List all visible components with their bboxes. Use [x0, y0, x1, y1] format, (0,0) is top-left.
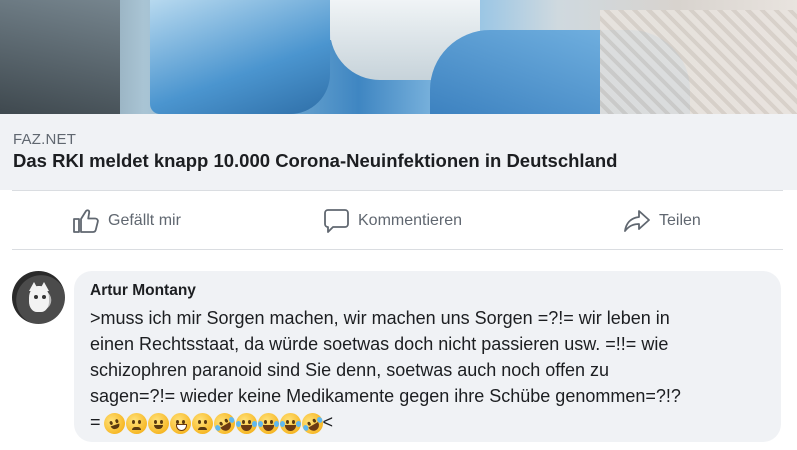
joy-emoji: [279, 412, 301, 434]
comment-author[interactable]: Artur Montany: [90, 282, 196, 300]
rofl-emoji: [209, 408, 239, 438]
comment-line: schizophren paranoid sind Sie denn, soet…: [90, 360, 610, 380]
comment-line-last: = <: [90, 408, 780, 438]
comment-line: =: [90, 412, 101, 432]
link-preview-image[interactable]: [0, 0, 797, 114]
tired-face-emoji: [191, 412, 213, 434]
like-label: Gefällt mir: [108, 212, 181, 229]
like-button[interactable]: Gefällt mir: [72, 204, 181, 238]
comment-text: >muss ich mir Sorgen machen, wir machen …: [90, 305, 780, 438]
share-label: Teilen: [659, 212, 701, 229]
comment-trailing: <: [322, 412, 334, 432]
comment-line: einen Rechtsstaat, da würde soetwas doch…: [90, 334, 669, 354]
comment-button[interactable]: Kommentieren: [323, 204, 462, 238]
link-title[interactable]: Das RKI meldet knapp 10.000 Corona-Neuin…: [13, 150, 617, 172]
grimacing-face-emoji: [169, 412, 191, 434]
comment-label: Kommentieren: [358, 212, 463, 229]
link-domain: FAZ.NET: [13, 131, 77, 148]
yawning-face-emoji: [147, 412, 169, 434]
speech-bubble-icon: [323, 208, 350, 234]
divider: [12, 249, 783, 250]
avatar[interactable]: [12, 271, 65, 324]
divider: [12, 190, 783, 191]
dizzy-face-emoji: [100, 410, 128, 437]
emoji-row: [100, 408, 327, 438]
joy-emoji: [257, 412, 279, 434]
thumbs-up-icon: [72, 208, 100, 234]
comment-line: >muss ich mir Sorgen machen, wir machen …: [90, 308, 670, 328]
worried-face-emoji: [125, 412, 147, 434]
share-arrow-icon: [623, 208, 651, 234]
comment-line: sagen=?!= wieder keine Medikamente gegen…: [90, 386, 681, 406]
share-button[interactable]: Teilen: [623, 204, 701, 238]
joy-emoji: [235, 412, 257, 434]
